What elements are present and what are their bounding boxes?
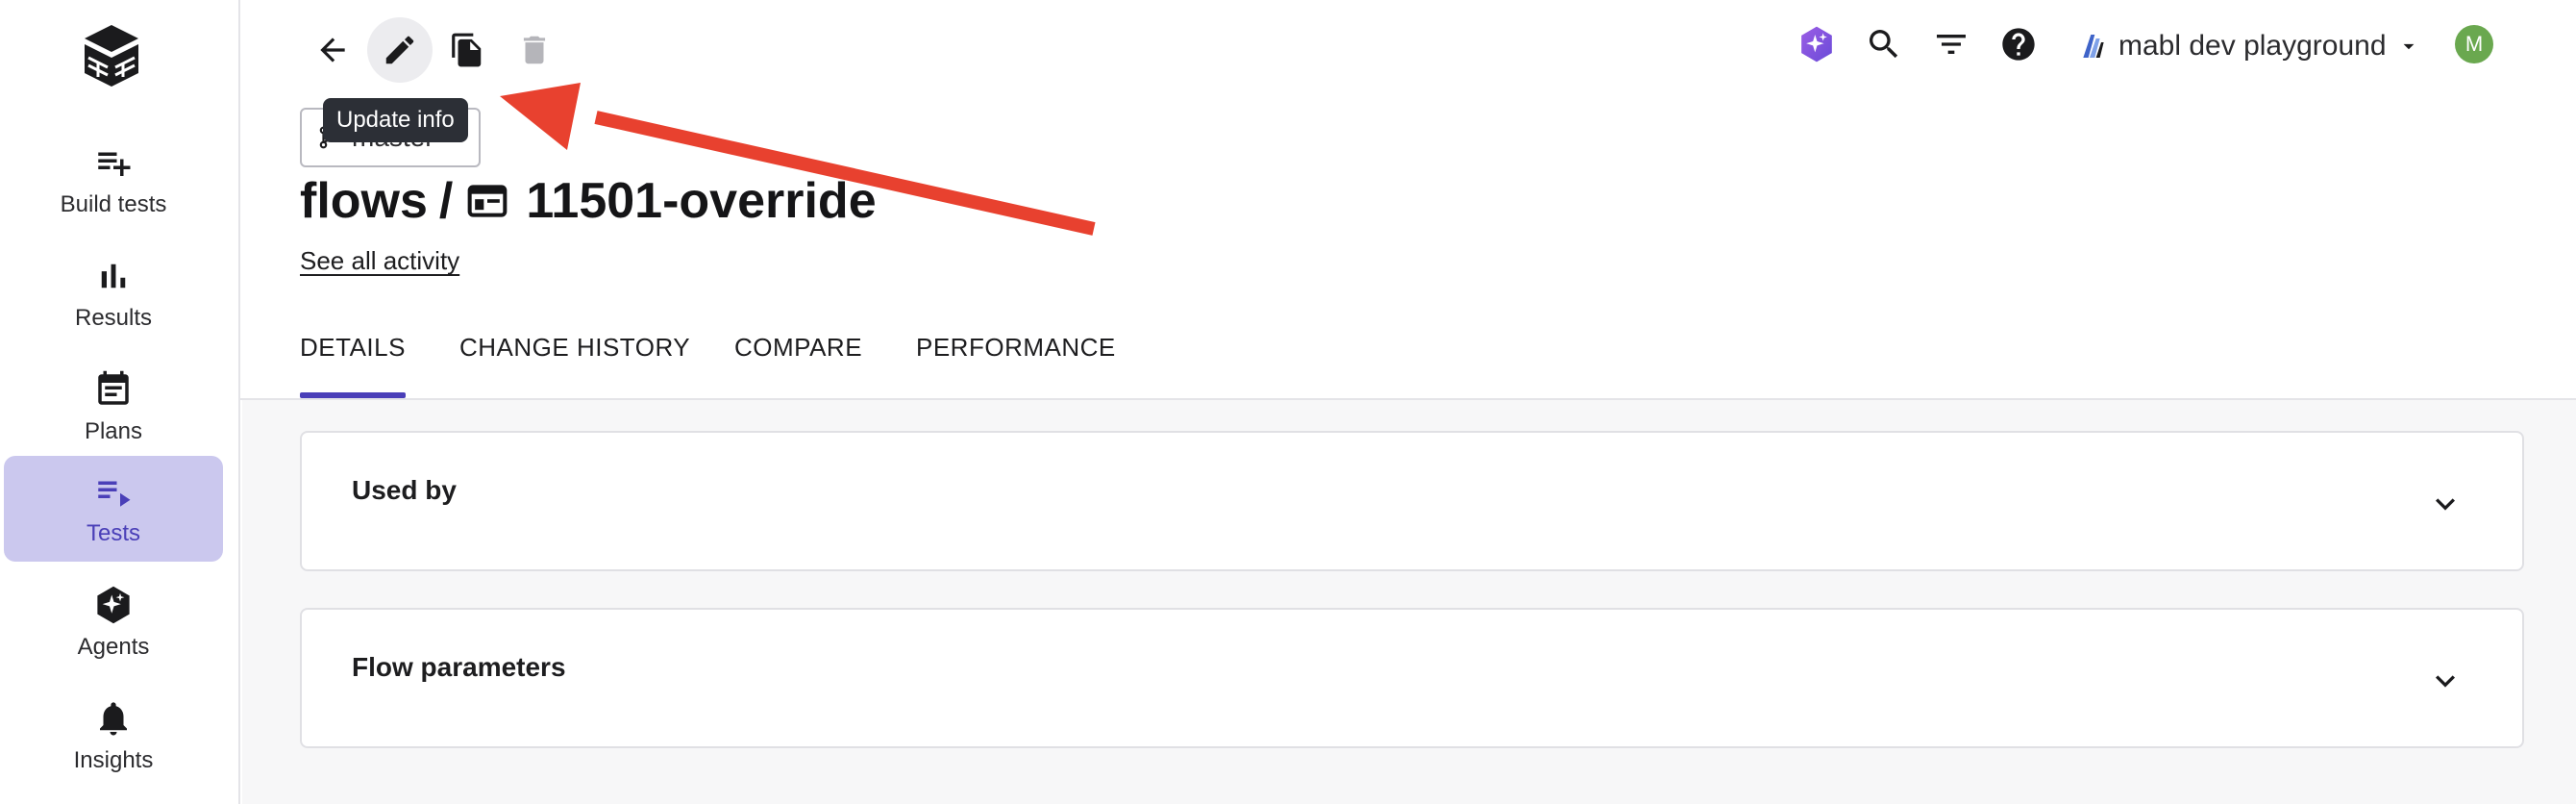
- chevron-down-icon: [2436, 675, 2455, 688]
- sidebar-item-label: Agents: [77, 634, 150, 660]
- tab-details[interactable]: DETAILS: [300, 321, 406, 398]
- edit-button[interactable]: [367, 17, 433, 83]
- filter-list-icon: [1937, 35, 1966, 54]
- back-button[interactable]: [300, 17, 365, 83]
- playlist-play-icon: [92, 470, 135, 513]
- sidebar-item-insights[interactable]: Insights: [4, 683, 223, 789]
- see-all-activity-link[interactable]: See all activity: [300, 246, 459, 276]
- sidebar: Build tests Results Plans Tests Agents I…: [0, 0, 240, 804]
- sidebar-item-plans[interactable]: Plans: [4, 354, 223, 460]
- pencil-icon: [385, 36, 414, 64]
- avatar[interactable]: M: [2455, 25, 2493, 63]
- duplicate-button[interactable]: [434, 17, 500, 83]
- update-info-tooltip: Update info: [323, 98, 468, 142]
- details-content: Used by Flow parameters: [242, 400, 2576, 804]
- sidebar-item-tests[interactable]: Tests: [4, 456, 223, 562]
- sidebar-item-label: Build tests: [60, 191, 167, 217]
- sparkle-hexagon-icon: [92, 584, 135, 626]
- trash-icon: [523, 36, 546, 64]
- search-button[interactable]: [1855, 15, 1913, 73]
- flow-parameters-panel[interactable]: Flow parameters: [300, 608, 2524, 748]
- panel-title: Flow parameters: [352, 652, 566, 682]
- sidebar-item-label: Insights: [73, 747, 154, 773]
- delete-button[interactable]: [502, 17, 567, 83]
- copy-icon: [452, 33, 482, 67]
- bar-chart-icon: [92, 255, 135, 297]
- sidebar-item-label: Tests: [86, 520, 140, 546]
- chevron-down-icon: [2436, 498, 2455, 511]
- sidebar-item-build-tests[interactable]: Build tests: [4, 127, 223, 233]
- breadcrumb-parent[interactable]: flows: [300, 172, 428, 230]
- mabl-logo-icon[interactable]: [81, 23, 142, 88]
- sidebar-item-agents[interactable]: Agents: [4, 569, 223, 675]
- sidebar-item-label: Plans: [84, 418, 143, 444]
- calendar-icon: [92, 368, 135, 411]
- sparkle-hexagon-icon: [1801, 26, 1832, 63]
- workspace-name: mabl dev playground: [2118, 30, 2387, 62]
- sidebar-item-results[interactable]: Results: [4, 240, 223, 346]
- tab-change-history[interactable]: CHANGE HISTORY: [459, 321, 690, 398]
- help-icon: [2002, 28, 2035, 61]
- tab-performance[interactable]: PERFORMANCE: [916, 321, 1116, 398]
- flow-name: 11501-override: [526, 173, 877, 229]
- flow-icon: [468, 185, 508, 217]
- bell-icon: [92, 697, 135, 740]
- sidebar-item-label: Results: [74, 305, 153, 331]
- playlist-add-icon: [92, 141, 135, 184]
- arrow-back-icon: [320, 38, 345, 63]
- search-icon: [1870, 30, 1898, 59]
- tab-compare[interactable]: COMPARE: [734, 321, 862, 398]
- caret-down-icon: [2403, 43, 2414, 50]
- help-button[interactable]: [1990, 15, 2047, 73]
- workspace-selector[interactable]: mabl dev playground: [2078, 19, 2421, 73]
- breadcrumb-separator: /: [438, 173, 454, 229]
- ai-assistant-button[interactable]: [1788, 15, 1845, 73]
- filter-button[interactable]: [1922, 15, 1980, 73]
- page-title: flows / 11501-override: [300, 169, 877, 233]
- used-by-panel[interactable]: Used by: [300, 431, 2524, 571]
- panel-title: Used by: [352, 475, 457, 505]
- workspace-logo-icon: [2083, 35, 2104, 58]
